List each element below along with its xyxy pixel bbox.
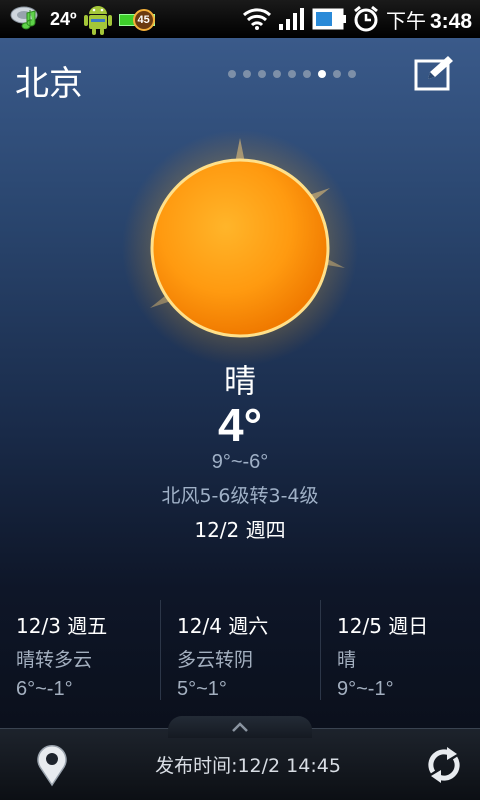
status-time-period: 下午 (385, 10, 426, 33)
forecast-day[interactable]: 12/5 週日 晴 9°~-1° (320, 600, 480, 700)
expand-handle[interactable] (168, 716, 312, 738)
battery-badge: 45 (118, 9, 157, 31)
weather-main[interactable]: 北京 晴 4° 9°~-6° 北风5-6级转3-4级 12/2 週四 12/3 … (0, 38, 480, 728)
forecast-day[interactable]: 12/3 週五 晴转多云 6°~-1° (0, 600, 160, 700)
status-bar: 24º 45 下午 3:48 (0, 0, 480, 38)
page-dot-active (318, 70, 326, 78)
page-dot (348, 70, 356, 78)
page-indicator (228, 70, 356, 78)
page-dot (228, 70, 236, 78)
forecast-date: 12/3 週五 (16, 614, 108, 638)
current-temperature: 4° (218, 399, 262, 451)
page-dot (303, 70, 311, 78)
forecast-condition: 晴 (337, 649, 357, 671)
page-dot (273, 70, 281, 78)
publish-time: 发布时间:12/2 14:45 (155, 755, 341, 777)
status-clock: 下午 3:48 (386, 5, 472, 34)
battery-level: 45 (132, 9, 155, 31)
refresh-button[interactable] (422, 743, 466, 787)
forecast-list: 12/3 週五 晴转多云 6°~-1° 12/4 週六 多云转阴 5°~1° 1… (0, 600, 480, 700)
chevron-up-icon (232, 722, 248, 732)
wifi-icon (242, 7, 272, 31)
signal-icon (278, 7, 306, 31)
page-dot (333, 70, 341, 78)
status-right: 下午 3:48 (242, 5, 472, 34)
current-condition: 晴 (223, 362, 256, 400)
status-left: 24º 45 (8, 2, 157, 36)
forecast-date: 12/4 週六 (177, 614, 269, 638)
status-temperature: 24º (50, 8, 77, 29)
edit-icon (414, 56, 453, 91)
bottom-bar: 发布时间:12/2 14:45 (0, 728, 480, 800)
forecast-range: 5°~1° (177, 678, 227, 700)
page-dot (288, 70, 296, 78)
location-pin-icon (37, 744, 67, 786)
forecast-condition: 晴转多云 (16, 649, 93, 671)
weather-notification-icon (8, 4, 44, 34)
forecast-range: 6°~-1° (16, 678, 73, 700)
edit-button[interactable] (413, 54, 457, 94)
forecast-date: 12/5 週日 (337, 614, 429, 638)
temperature-range: 9°~-6° (211, 451, 269, 473)
page-dot (243, 70, 251, 78)
refresh-icon (428, 746, 460, 783)
page-dot (258, 70, 266, 78)
forecast-range: 9°~-1° (337, 678, 394, 700)
forecast-day[interactable]: 12/4 週六 多云转阴 5°~1° (160, 600, 320, 700)
city-name: 北京 (15, 64, 83, 104)
forecast-condition: 多云转阴 (177, 649, 254, 671)
android-icon (83, 2, 113, 36)
battery-icon (312, 7, 346, 31)
current-date: 12/2 週四 (194, 518, 286, 542)
status-time: 3:48 (429, 9, 472, 33)
alarm-icon (352, 5, 380, 33)
sun-icon (120, 128, 360, 368)
wind-description: 北风5-6级转3-4级 (161, 485, 319, 507)
location-button[interactable] (30, 743, 74, 787)
